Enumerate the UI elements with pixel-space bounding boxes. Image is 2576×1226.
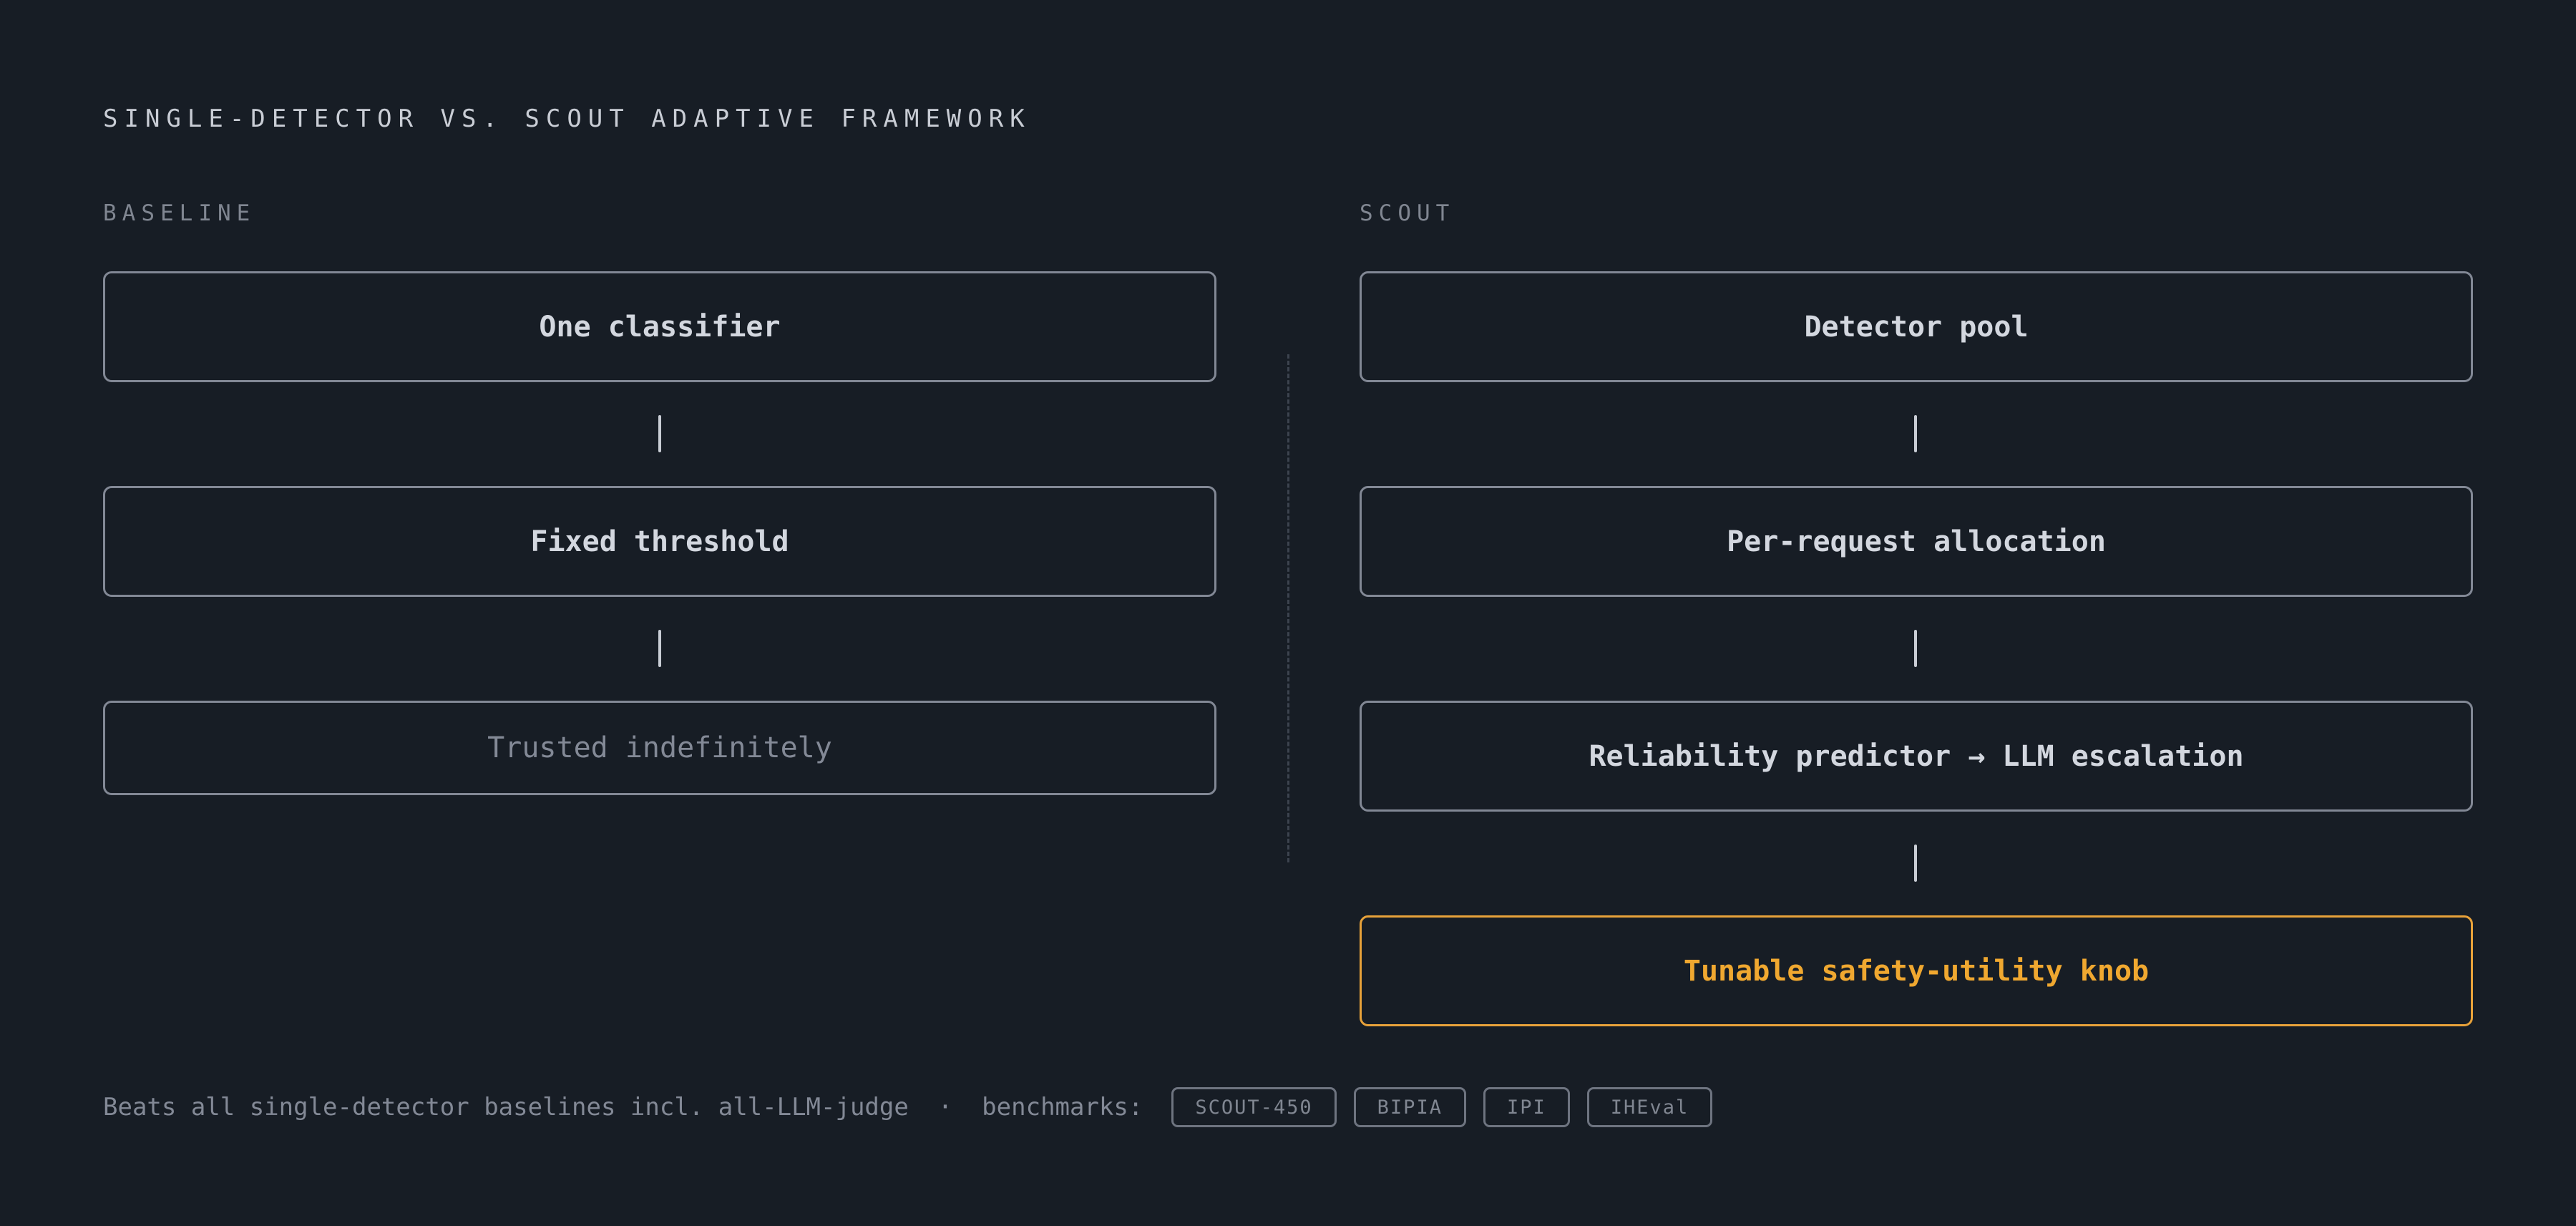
- scout-column-label: SCOUT: [1360, 200, 1455, 226]
- diagram-title: SINGLE-DETECTOR VS. SCOUT ADAPTIVE FRAME…: [103, 104, 1031, 133]
- scout-step-tunable-knob: Tunable safety-utility knob: [1360, 915, 2473, 1026]
- scout-connector-3: [1914, 845, 1917, 882]
- baseline-connector-2: [658, 630, 661, 667]
- scout-step-per-request-allocation: Per-request allocation: [1360, 486, 2473, 597]
- baseline-step-one-classifier: One classifier: [103, 271, 1216, 382]
- baseline-column-label: BASELINE: [103, 200, 256, 226]
- baseline-step-fixed-threshold: Fixed threshold: [103, 486, 1216, 597]
- baseline-step-trusted-indefinitely: Trusted indefinitely: [103, 701, 1216, 795]
- scout-connector-2: [1914, 630, 1917, 667]
- benchmark-chip-scout-450: SCOUT-450: [1171, 1087, 1337, 1127]
- benchmark-chip-iheval: IHEval: [1586, 1087, 1713, 1127]
- benchmark-chip-bipia: BIPIA: [1353, 1087, 1466, 1127]
- footer: Beats all single-detector baselines incl…: [103, 1087, 1729, 1127]
- footer-text: Beats all single-detector baselines incl…: [103, 1093, 1143, 1122]
- scout-step-reliability-predictor: Reliability predictor → LLM escalation: [1360, 701, 2473, 812]
- scout-step-detector-pool: Detector pool: [1360, 271, 2473, 382]
- baseline-connector-1: [658, 415, 661, 452]
- scout-connector-1: [1914, 415, 1917, 452]
- benchmark-chips: SCOUT-450 BIPIA IPI IHEval: [1171, 1087, 1729, 1127]
- benchmark-chip-ipi: IPI: [1483, 1087, 1570, 1127]
- column-divider: [1287, 354, 1289, 862]
